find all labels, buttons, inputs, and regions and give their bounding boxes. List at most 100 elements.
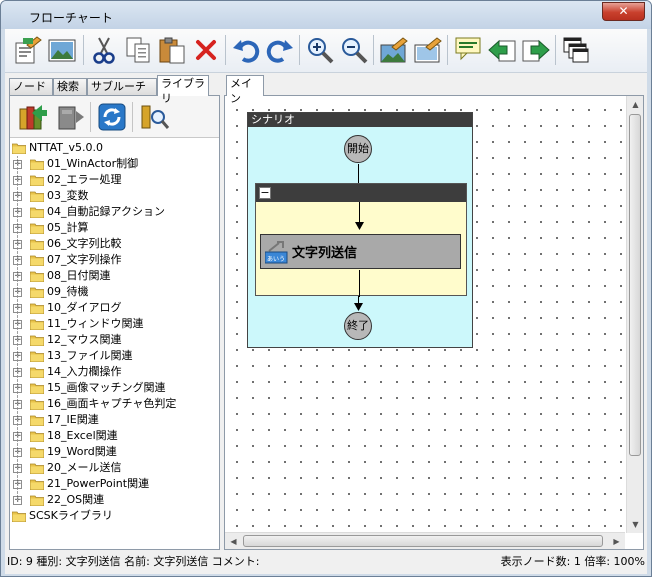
tree-item[interactable]: +22_OS関連 xyxy=(10,492,219,508)
scroll-right-icon[interactable]: ▶ xyxy=(608,533,625,550)
tree-line xyxy=(17,492,18,500)
tree-item[interactable]: +19_Word関連 xyxy=(10,444,219,460)
horizontal-scrollbar[interactable]: ◀ ▶ xyxy=(225,532,625,549)
tree-item[interactable]: +20_メール送信 xyxy=(10,460,219,476)
flow-canvas[interactable]: シナリオ 開始 − あいう 文字列送信 終了 xyxy=(225,96,625,533)
tree-item[interactable]: +03_変数 xyxy=(10,188,219,204)
library-books-icon[interactable] xyxy=(16,101,48,133)
export-image-icon[interactable] xyxy=(379,35,409,65)
send-text-node[interactable]: あいう 文字列送信 xyxy=(260,234,461,269)
main-toolbar xyxy=(5,29,647,73)
inner-group[interactable]: − あいう 文字列送信 xyxy=(255,183,467,297)
tab-subroutine[interactable]: サブルーチン xyxy=(87,78,157,108)
tree-item[interactable]: +06_文字列比較 xyxy=(10,236,219,252)
tree-item[interactable]: +14_入力欄操作 xyxy=(10,364,219,380)
undo-icon[interactable] xyxy=(231,35,261,65)
status-zoom-info: 表示ノード数: 1 倍率: 100% xyxy=(500,555,645,568)
tree-item-label: 03_変数 xyxy=(47,189,89,202)
tree-item-label: 22_OS関連 xyxy=(47,493,105,506)
tree-item[interactable]: +02_エラー処理 xyxy=(10,172,219,188)
tree-item-label: 06_文字列比較 xyxy=(47,237,122,250)
import-image-icon[interactable] xyxy=(413,35,443,65)
tree-item[interactable]: SCSKライブラリ xyxy=(10,508,219,524)
tree-item[interactable]: +11_ウィンドウ関連 xyxy=(10,316,219,332)
tree-item[interactable]: +08_日付関連 xyxy=(10,268,219,284)
delete-icon[interactable] xyxy=(191,35,221,65)
windows-icon[interactable] xyxy=(561,35,591,65)
flow-editor-panel: シナリオ 開始 − あいう 文字列送信 終了 ▲ ▼ ◀ ▶ xyxy=(224,95,644,550)
folder-icon xyxy=(29,318,45,331)
scenario-group[interactable]: シナリオ 開始 − あいう 文字列送信 終了 xyxy=(247,112,473,348)
collapse-button[interactable]: − xyxy=(259,187,271,199)
copy-icon[interactable] xyxy=(123,35,153,65)
tree-item[interactable]: +13_ファイル関連 xyxy=(10,348,219,364)
tree-item[interactable]: NTTAT_v5.0.0 xyxy=(10,140,219,156)
zoom-out-icon[interactable] xyxy=(339,35,369,65)
tree-item-label: 18_Excel関連 xyxy=(47,429,118,442)
scroll-left-icon[interactable]: ◀ xyxy=(225,533,242,550)
tree-item[interactable]: +05_計算 xyxy=(10,220,219,236)
tree-item[interactable]: +07_文字列操作 xyxy=(10,252,219,268)
zoom-in-icon[interactable] xyxy=(305,35,335,65)
tree-item-label: 12_マウス関連 xyxy=(47,333,122,346)
end-node[interactable]: 終了 xyxy=(344,312,372,340)
folder-icon xyxy=(29,222,45,235)
start-node[interactable]: 開始 xyxy=(344,135,372,163)
image-icon[interactable] xyxy=(47,35,77,65)
tree-item[interactable]: +16_画面キャプチャ色判定 xyxy=(10,396,219,412)
tab-node[interactable]: ノード xyxy=(9,78,53,95)
tree-item[interactable]: +09_待機 xyxy=(10,284,219,300)
comment-icon[interactable] xyxy=(453,35,483,65)
title-bar[interactable]: フローチャート ✕ xyxy=(1,1,651,29)
paste-icon[interactable] xyxy=(157,35,187,65)
vertical-scroll-thumb[interactable] xyxy=(629,114,641,456)
send-text-label: 文字列送信 xyxy=(292,246,358,261)
folder-icon xyxy=(29,334,45,347)
vertical-scrollbar[interactable]: ▲ ▼ xyxy=(626,96,643,533)
tab-main[interactable]: メイン xyxy=(226,75,264,105)
tree-line xyxy=(17,444,18,460)
redo-icon[interactable] xyxy=(265,35,295,65)
folder-icon xyxy=(29,286,45,299)
folder-icon xyxy=(29,462,45,475)
tree-line xyxy=(17,412,18,428)
refresh-icon[interactable] xyxy=(96,101,128,133)
tree-item[interactable]: +18_Excel関連 xyxy=(10,428,219,444)
folder-icon xyxy=(29,238,45,251)
arrow-down-icon xyxy=(355,222,364,230)
tree-item[interactable]: +10_ダイアログ xyxy=(10,300,219,316)
window-title: フローチャート xyxy=(29,11,113,25)
close-button[interactable]: ✕ xyxy=(602,2,645,21)
tree-item[interactable]: +21_PowerPoint関連 xyxy=(10,476,219,492)
horizontal-scroll-thumb[interactable] xyxy=(243,535,603,547)
tree-item-label: 13_ファイル関連 xyxy=(47,349,133,362)
tree-item-label: 11_ウィンドウ関連 xyxy=(47,317,144,330)
tree-line xyxy=(17,460,18,476)
tree-item[interactable]: +15_画像マッチング関連 xyxy=(10,380,219,396)
tree-line xyxy=(17,204,18,220)
status-node-info: ID: 9 種別: 文字列送信 名前: 文字列送信 コメント: xyxy=(7,555,260,568)
flowchart-window: フローチャート ✕ ノード 検索 サブルーチ ライブラリ NTTAT_v5.0.… xyxy=(0,0,652,577)
tree-item-label: 07_文字列操作 xyxy=(47,253,122,266)
scroll-down-icon[interactable]: ▼ xyxy=(627,516,644,533)
tree-line xyxy=(17,188,18,204)
edit-properties-icon[interactable] xyxy=(13,35,43,65)
move-forward-icon[interactable] xyxy=(521,35,551,65)
tab-library[interactable]: ライブラリ xyxy=(157,75,209,105)
tree-item[interactable]: +04_自動記録アクション xyxy=(10,204,219,220)
move-back-icon[interactable] xyxy=(487,35,517,65)
folder-icon xyxy=(11,510,27,523)
folder-icon xyxy=(29,206,45,219)
tab-search[interactable]: 検索 xyxy=(53,78,87,95)
tree-item[interactable]: +17_IE関連 xyxy=(10,412,219,428)
library-archive-icon[interactable] xyxy=(54,101,86,133)
connector xyxy=(358,164,359,183)
folder-icon xyxy=(11,142,27,155)
folder-icon xyxy=(29,478,45,491)
tree-item-label: 21_PowerPoint関連 xyxy=(47,477,150,490)
tree-item[interactable]: +01_WinActor制御 xyxy=(10,156,219,172)
tree-item[interactable]: +12_マウス関連 xyxy=(10,332,219,348)
scroll-up-icon[interactable]: ▲ xyxy=(627,96,644,113)
tree-item-label: 17_IE関連 xyxy=(47,413,99,426)
cut-icon[interactable] xyxy=(89,35,119,65)
